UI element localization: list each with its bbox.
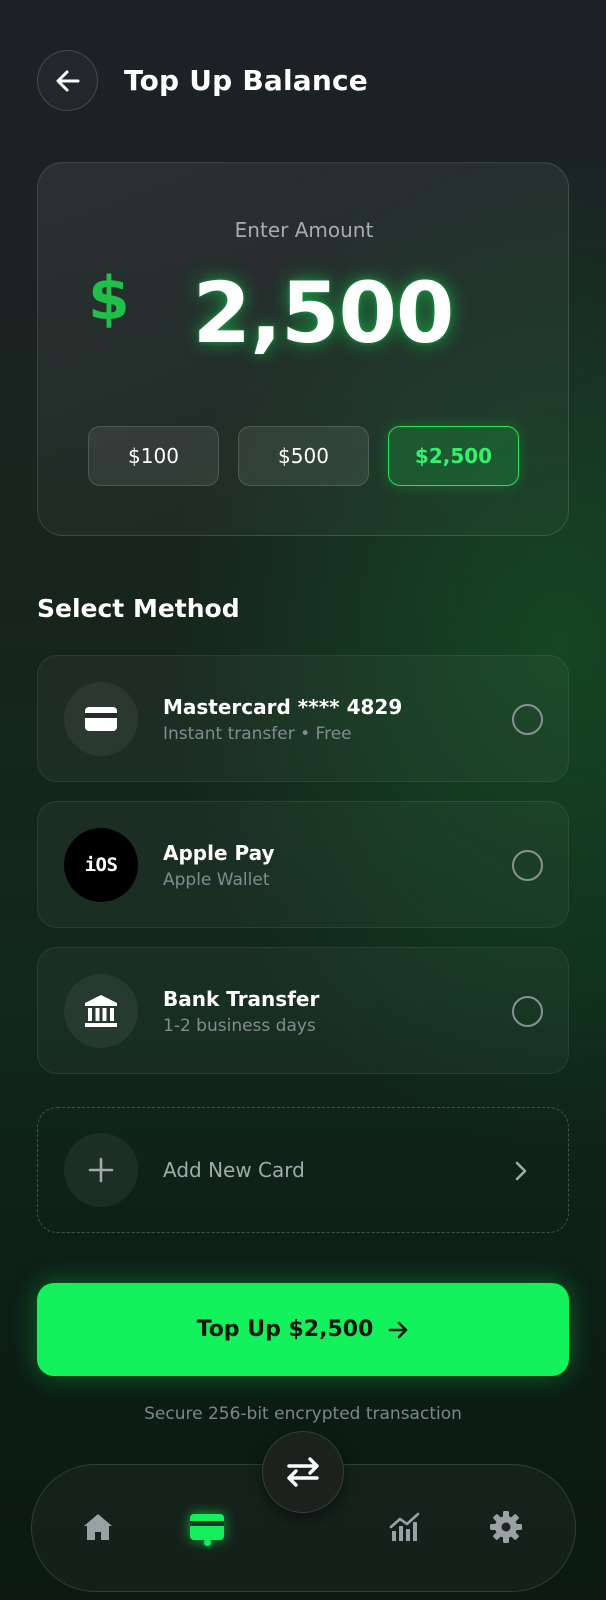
- method-subtitle: 1-2 business days: [163, 1016, 316, 1036]
- arrow-right-icon: [389, 1321, 408, 1338]
- amount-input[interactable]: 2,500: [38, 261, 606, 365]
- method-icon-container: [64, 682, 138, 756]
- credit-card-icon: [85, 707, 117, 731]
- add-card-label: Add New Card: [163, 1158, 305, 1182]
- method-icon-container: [64, 1133, 138, 1207]
- chart-icon: [389, 1512, 420, 1541]
- amount-card: Enter Amount $ 2,500 $100 $500 $2,500: [37, 162, 569, 536]
- transfer-button[interactable]: [262, 1431, 344, 1513]
- active-indicator: [204, 1539, 211, 1546]
- secure-note: Secure 256-bit encrypted transaction: [144, 1404, 462, 1424]
- ios-icon: iOS: [84, 854, 118, 876]
- method-title: Mastercard **** 4829: [163, 695, 403, 719]
- radio-button[interactable]: [512, 704, 543, 735]
- nav-settings[interactable]: [480, 1501, 532, 1553]
- method-title: Bank Transfer: [163, 987, 320, 1011]
- preset-amount-2500[interactable]: $2,500: [388, 426, 519, 486]
- amount-label: Enter Amount: [234, 218, 374, 242]
- nav-home[interactable]: [72, 1501, 124, 1553]
- preset-amount-100[interactable]: $100: [88, 426, 219, 486]
- section-title: Select Method: [37, 594, 240, 623]
- arrow-left-icon: [56, 70, 79, 91]
- method-bank-transfer[interactable]: Bank Transfer 1-2 business days: [37, 947, 569, 1074]
- transfer-icon: [287, 1457, 319, 1487]
- method-apple-pay[interactable]: iOS Apple Pay Apple Wallet: [37, 801, 569, 928]
- bank-icon: [85, 995, 117, 1027]
- preset-amount-500[interactable]: $500: [238, 426, 369, 486]
- method-mastercard[interactable]: Mastercard **** 4829 Instant transfer • …: [37, 655, 569, 782]
- method-subtitle: Apple Wallet: [163, 870, 270, 890]
- add-new-card-button[interactable]: Add New Card: [37, 1107, 569, 1233]
- plus-icon: [88, 1157, 114, 1183]
- method-icon-container: [64, 974, 138, 1048]
- radio-button[interactable]: [512, 996, 543, 1027]
- method-subtitle: Instant transfer • Free: [163, 724, 352, 744]
- card-icon: [190, 1514, 224, 1540]
- radio-button[interactable]: [512, 850, 543, 881]
- top-up-label: Top Up $2,500: [196, 1317, 374, 1342]
- top-up-button[interactable]: Top Up $2,500: [37, 1283, 569, 1376]
- gear-icon: [490, 1511, 522, 1543]
- nav-analytics[interactable]: [379, 1501, 431, 1553]
- page-title: Top Up Balance: [124, 64, 368, 97]
- method-icon-container: iOS: [64, 828, 138, 902]
- back-button[interactable]: [37, 50, 98, 111]
- chevron-right-icon: [515, 1161, 527, 1181]
- method-title: Apple Pay: [163, 841, 275, 865]
- home-icon: [84, 1514, 112, 1540]
